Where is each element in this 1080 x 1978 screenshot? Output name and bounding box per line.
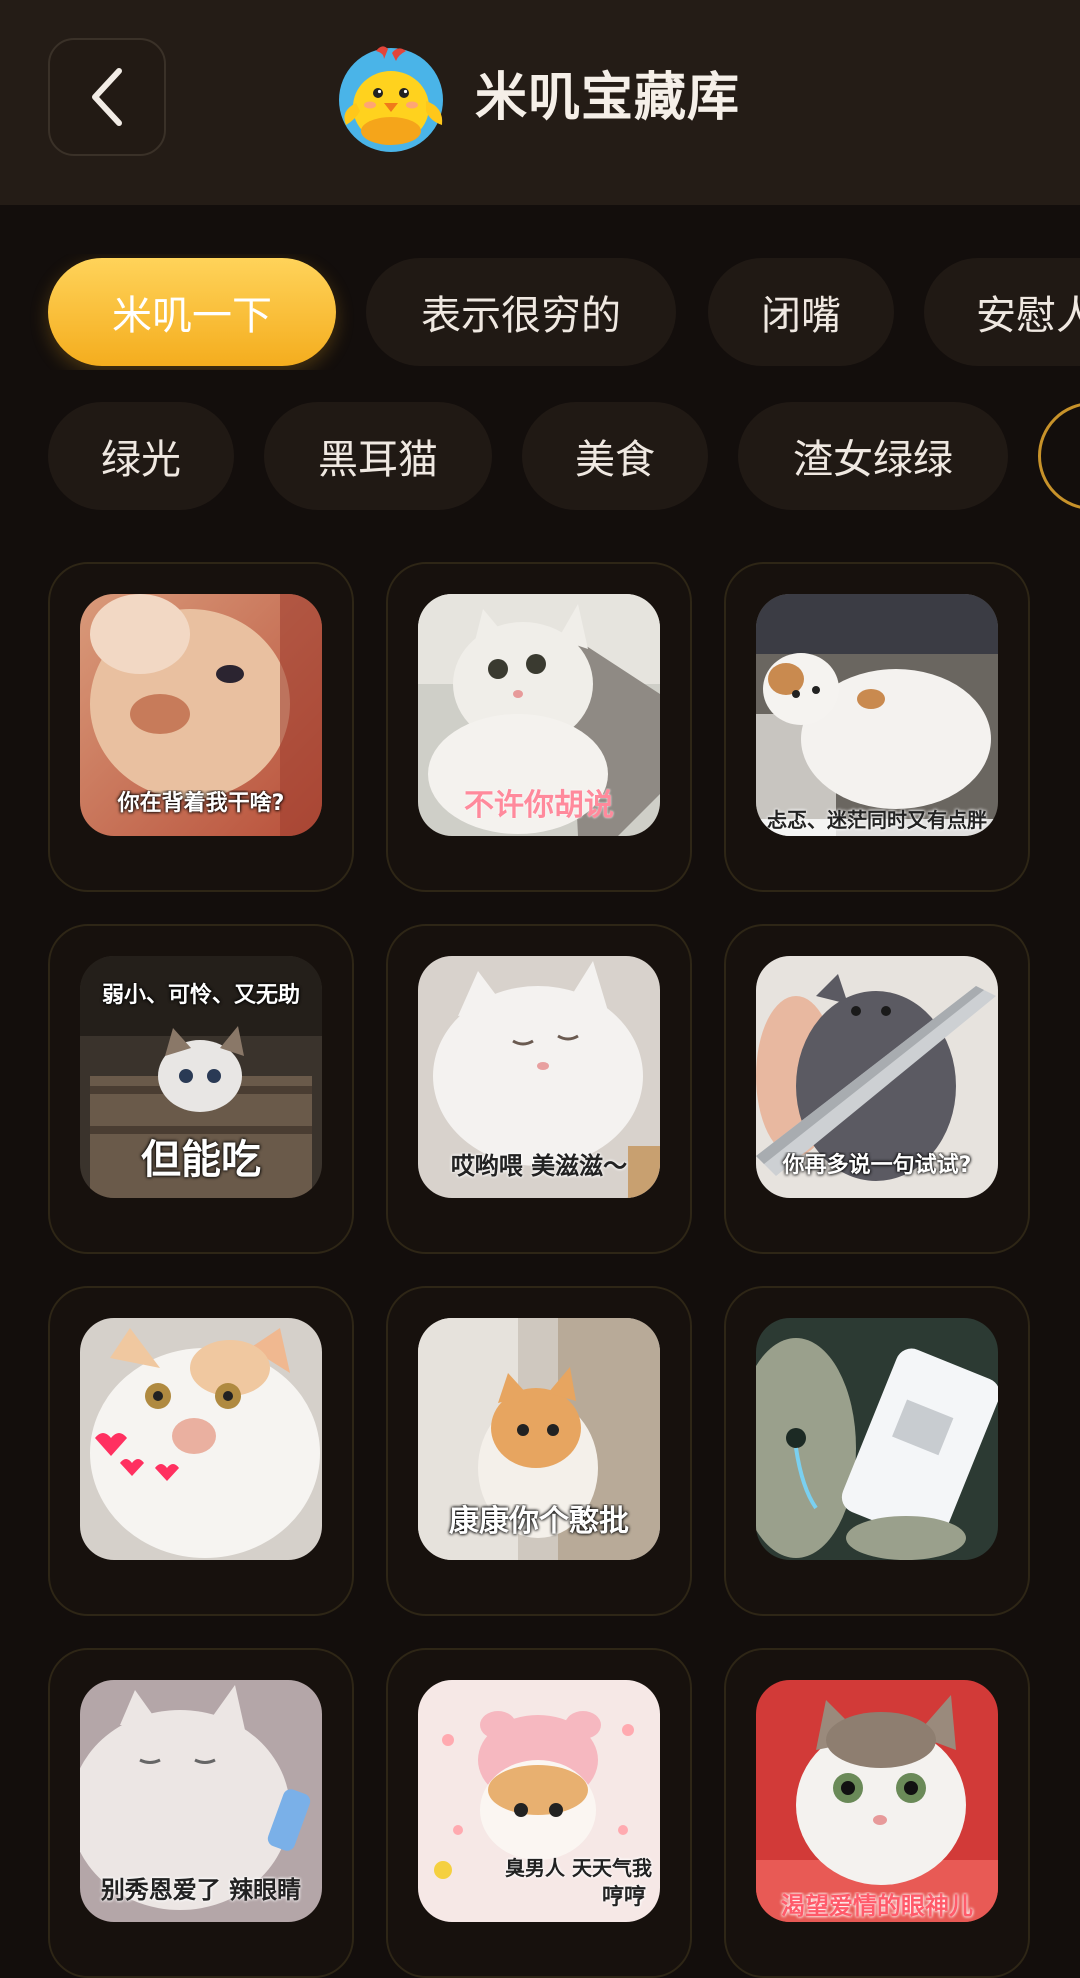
sticker-caption-top: 弱小、可怜、又无助: [101, 983, 300, 1008]
sticker-caption: 但能吃: [141, 1137, 261, 1183]
page-title: 米叽宝藏库: [475, 68, 741, 128]
tag-more[interactable]: [1038, 402, 1080, 510]
sticker-card[interactable]: 渴望爱情的眼神儿: [724, 1648, 1030, 1978]
tag-label: 表示很穷的: [421, 293, 621, 339]
tag-label: 闭嘴: [761, 293, 841, 339]
sticker-caption: 你在背着我干啥?: [117, 791, 285, 816]
tag-biaoshi-henqiong[interactable]: 表示很穷的: [366, 258, 676, 366]
sticker-card[interactable]: 忐忑、迷茫同时又有点胖: [724, 562, 1030, 892]
sticker-caption: 哼哼: [601, 1885, 646, 1910]
tag-anwei-ren[interactable]: 安慰人: [924, 258, 1080, 366]
sticker-card[interactable]: 你在背着我干啥?: [48, 562, 354, 892]
tag-bizui[interactable]: 闭嘴: [708, 258, 894, 366]
sticker-card[interactable]: 别秀恩爱了 辣眼睛: [48, 1648, 354, 1978]
sticker-caption-top: 臭男人 天天气我: [505, 1856, 652, 1880]
sticker-caption: 你再多说一句试试?: [782, 1153, 972, 1178]
sticker-card[interactable]: 不许你胡说: [386, 562, 692, 892]
tag-label: 渣女绿绿: [793, 437, 953, 483]
sticker-image: 忐忑、迷茫同时又有点胖: [756, 594, 998, 836]
sticker-card[interactable]: 臭男人 天天气我 哼哼: [386, 1648, 692, 1978]
tag-label: 美食: [575, 437, 655, 483]
sticker-image: 康康你个憨批: [418, 1318, 660, 1560]
sticker-image: 渴望爱情的眼神儿: [756, 1680, 998, 1922]
tag-label: 米叽一下: [112, 293, 272, 339]
tag-meishi[interactable]: 美食: [522, 402, 708, 510]
sticker-image: 你在背着我干啥?: [80, 594, 322, 836]
category-tabs-row-1: 米叽一下 表示很穷的 闭嘴 安慰人: [0, 254, 1080, 370]
sticker-image: [80, 1318, 322, 1560]
tag-label: 绿光: [101, 437, 181, 483]
sticker-image: 臭男人 天天气我 哼哼: [418, 1680, 660, 1922]
sticker-image: 你再多说一句试试?: [756, 956, 998, 1198]
sticker-image: 别秀恩爱了 辣眼睛: [80, 1680, 322, 1922]
sticker-card[interactable]: 康康你个憨批: [386, 1286, 692, 1616]
sticker-image: 哎哟喂 美滋滋～: [418, 956, 660, 1198]
chevron-left-icon: [92, 68, 122, 126]
sticker-caption: 渴望爱情的眼神儿: [781, 1892, 973, 1920]
sticker-card[interactable]: 哎哟喂 美滋滋～: [386, 924, 692, 1254]
tag-label: 安慰人: [976, 293, 1080, 339]
top-bar: 米叽宝藏库: [0, 0, 1080, 205]
sticker-card[interactable]: 你再多说一句试试?: [724, 924, 1030, 1254]
sticker-card[interactable]: [48, 1286, 354, 1616]
tag-label: 黑耳猫: [318, 437, 438, 483]
sticker-image: 不许你胡说: [418, 594, 660, 836]
category-tabs-row-2: 绿光 黑耳猫 美食 渣女绿绿: [0, 398, 1080, 514]
sticker-caption: 不许你胡说: [464, 788, 614, 823]
sticker-image: [756, 1318, 998, 1560]
sticker-image: 弱小、可怜、又无助 但能吃: [80, 956, 322, 1198]
sticker-caption: 忐忑、迷茫同时又有点胖: [767, 808, 987, 832]
sticker-caption: 哎哟喂 美滋滋～: [450, 1152, 628, 1180]
yellow-chick-icon: [336, 43, 446, 153]
tag-heier-mao[interactable]: 黑耳猫: [264, 402, 492, 510]
tag-miji-yixia[interactable]: 米叽一下: [48, 258, 336, 366]
tag-lvguang[interactable]: 绿光: [48, 402, 234, 510]
sticker-card[interactable]: [724, 1286, 1030, 1616]
sticker-card[interactable]: 弱小、可怜、又无助 但能吃: [48, 924, 354, 1254]
back-button[interactable]: [48, 38, 166, 156]
sticker-caption: 康康你个憨批: [449, 1504, 629, 1539]
tag-zhanv-lvlv[interactable]: 渣女绿绿: [738, 402, 1008, 510]
sticker-caption: 别秀恩爱了 辣眼睛: [100, 1876, 302, 1904]
